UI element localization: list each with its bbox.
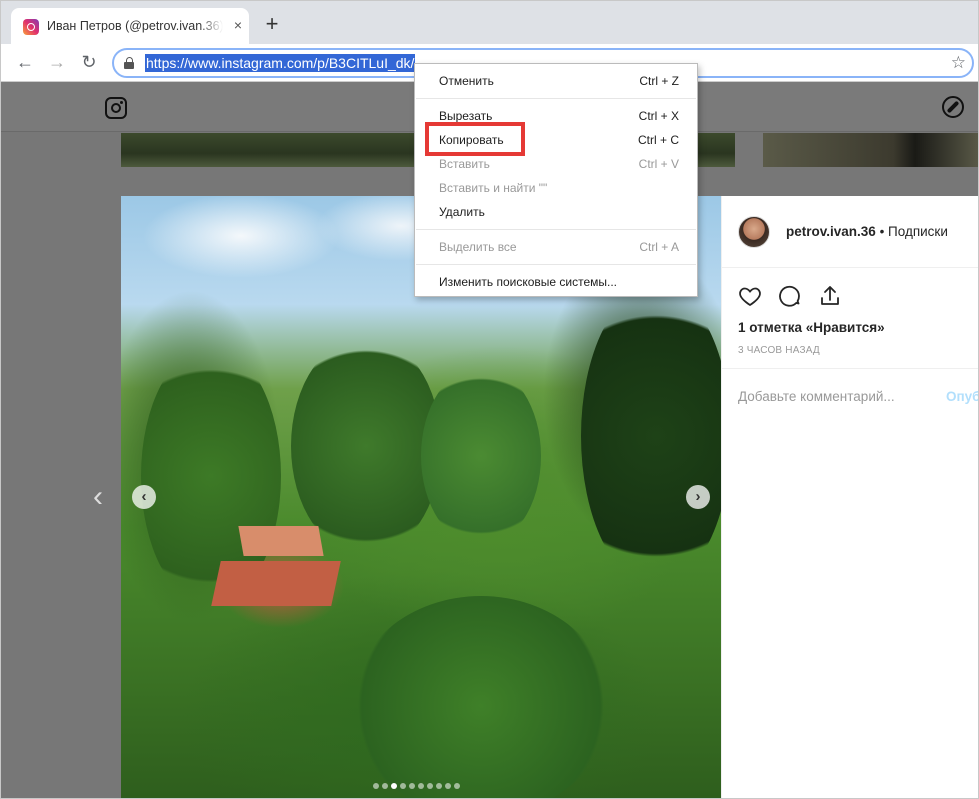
tab-strip: Иван Петров (@petrov.ivan.36) • × +: [0, 0, 979, 45]
comment-icon[interactable]: [778, 284, 802, 308]
carousel-dot: [436, 783, 442, 789]
menu-item-shortcut: Ctrl + A: [639, 240, 679, 254]
tab-title: Иван Петров (@petrov.ivan.36) •: [47, 19, 223, 33]
menu-item-label: Отменить: [439, 74, 494, 88]
context-menu: Отменить Ctrl + Z Вырезать Ctrl + X Копи…: [414, 63, 698, 297]
username-link[interactable]: petrov.ivan.36: [786, 224, 876, 239]
carousel-dot: [391, 783, 397, 789]
instagram-favicon-icon: [23, 19, 39, 35]
menu-item-label: Выделить все: [439, 240, 517, 254]
comment-input[interactable]: Добавьте комментарий...: [738, 389, 895, 404]
carousel-dot: [427, 783, 433, 789]
instagram-logo-icon[interactable]: [105, 97, 127, 119]
follow-link[interactable]: • Подписки: [880, 224, 948, 239]
publish-comment-button[interactable]: Опубликовать: [946, 389, 978, 404]
carousel-prev-button[interactable]: ‹: [132, 485, 156, 509]
menu-item-label: Вставить и найти "": [439, 181, 548, 195]
background-thumbnail: [763, 133, 978, 167]
menu-separator: [416, 98, 696, 99]
url-text[interactable]: https://www.instagram.com/p/B3CITLuI_dk/: [145, 54, 416, 72]
carousel-dot: [454, 783, 460, 789]
outer-prev-arrow-icon[interactable]: ‹: [93, 482, 103, 512]
tab-close-icon[interactable]: ×: [230, 17, 246, 33]
copy-highlight-box: [425, 122, 525, 156]
share-icon[interactable]: [818, 284, 842, 308]
menu-item-delete[interactable]: Удалить: [439, 203, 679, 221]
menu-item-label: Изменить поисковые системы...: [439, 275, 618, 289]
post-header: petrov.ivan.36 • Подписки: [722, 196, 978, 268]
carousel-dot: [382, 783, 388, 789]
post-sidebar: petrov.ivan.36 • Подписки 1 отметка «Нра…: [721, 196, 978, 798]
compass-icon[interactable]: [942, 96, 964, 118]
new-tab-button[interactable]: +: [263, 13, 281, 35]
menu-item-edit-search-engines[interactable]: Изменить поисковые системы...: [439, 273, 679, 291]
carousel-indicator: [373, 776, 463, 789]
menu-item-shortcut: Ctrl + X: [638, 109, 679, 123]
menu-item-select-all[interactable]: Выделить все Ctrl + A: [439, 238, 679, 256]
carousel-dot: [400, 783, 406, 789]
back-button[interactable]: ←: [14, 51, 36, 73]
heart-icon[interactable]: [738, 284, 762, 308]
menu-item-label: Вставить: [439, 157, 490, 171]
menu-separator: [416, 229, 696, 230]
menu-separator: [416, 264, 696, 265]
browser-tab[interactable]: Иван Петров (@petrov.ivan.36) • ×: [11, 8, 249, 45]
menu-item-undo[interactable]: Отменить Ctrl + Z: [439, 72, 679, 90]
star-icon[interactable]: ☆: [951, 53, 966, 73]
forward-button[interactable]: →: [46, 51, 68, 73]
post-author: petrov.ivan.36 • Подписки: [786, 224, 948, 239]
likes-count[interactable]: 1 отметка «Нравится»: [738, 320, 885, 335]
menu-item-shortcut: Ctrl + Z: [639, 74, 679, 88]
comment-form: Добавьте комментарий... Опубликовать: [722, 368, 978, 424]
post-time[interactable]: 3 ЧАСОВ НАЗАД: [738, 345, 820, 356]
reload-button[interactable]: ↻: [78, 51, 100, 73]
menu-item-shortcut: Ctrl + V: [638, 157, 679, 171]
carousel-dot: [409, 783, 415, 789]
menu-item-shortcut: Ctrl + C: [637, 133, 679, 147]
menu-item-label: Удалить: [439, 205, 485, 219]
menu-item-paste-and-search[interactable]: Вставить и найти "": [439, 179, 679, 197]
carousel-next-button[interactable]: ›: [686, 485, 710, 509]
menu-item-paste[interactable]: Вставить Ctrl + V: [439, 155, 679, 173]
lock-icon[interactable]: [124, 57, 134, 69]
avatar[interactable]: [738, 216, 770, 248]
carousel-dot: [373, 783, 379, 789]
carousel-dot: [418, 783, 424, 789]
carousel-dot: [445, 783, 451, 789]
